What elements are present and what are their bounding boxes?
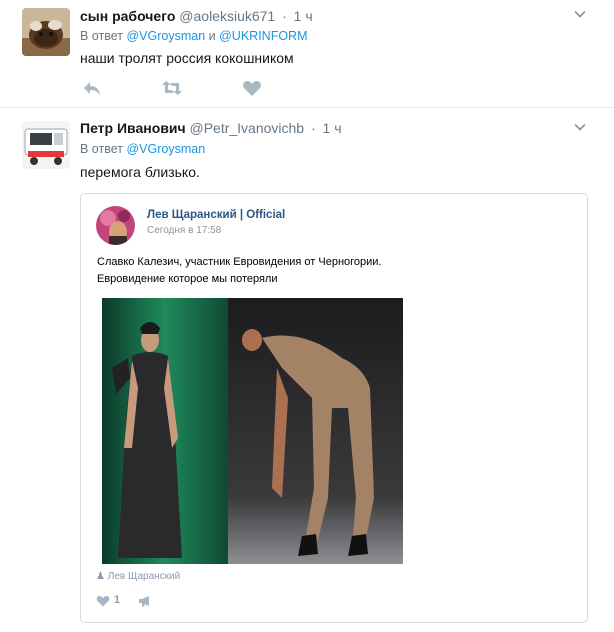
- megaphone-icon[interactable]: [138, 595, 152, 607]
- retweet-icon[interactable]: [162, 79, 182, 97]
- avatar-photo: [22, 121, 70, 169]
- timestamp-link[interactable]: 1 ч: [323, 120, 342, 136]
- heart-icon[interactable]: [96, 595, 110, 607]
- timestamp-link[interactable]: 1 ч: [294, 8, 313, 24]
- collage-photo: [102, 298, 403, 564]
- post-author-name[interactable]: Лев Щаранский | Official: [147, 209, 285, 221]
- avatar[interactable]: [22, 121, 70, 169]
- avatar[interactable]: [22, 8, 70, 56]
- avatar-photo: [96, 206, 135, 245]
- chevron-down-icon[interactable]: [574, 8, 586, 20]
- user-name[interactable]: сын рабочего: [80, 8, 175, 24]
- heart-icon[interactable]: [242, 79, 262, 97]
- post-timestamp: Сегодня в 17:58: [147, 225, 222, 236]
- user-handle[interactable]: @aoleksiuk671: [179, 8, 275, 24]
- like-count: 1: [114, 594, 121, 606]
- reply-prefix: В ответ: [80, 142, 123, 156]
- reply-context: В ответ @VGroysman и @UKRINFORM: [80, 29, 308, 43]
- post-text-line: Евровидение которое мы потеряли: [97, 273, 278, 285]
- mention-link[interactable]: @VGroysman: [126, 29, 205, 43]
- reply-joiner: и: [208, 29, 216, 43]
- tweet-text: перемога близько.: [80, 164, 200, 180]
- post-footer-author[interactable]: ♟ Лев Щаранский: [96, 571, 180, 582]
- post-author-avatar[interactable]: [96, 206, 135, 245]
- separator-dot: ·: [282, 8, 287, 24]
- mention-link[interactable]: @VGroysman: [126, 142, 205, 156]
- tweet-header: Петр Иванович @Petr_Ivanovichb · 1 ч: [80, 120, 342, 136]
- post-footer-author-name[interactable]: Лев Щаранский: [108, 571, 180, 582]
- user-icon: ♟: [96, 571, 105, 582]
- separator-dot: ·: [310, 120, 316, 136]
- chevron-down-icon[interactable]: [574, 121, 586, 133]
- tweet-header: сын рабочего @aoleksiuk671 · 1 ч: [80, 8, 313, 24]
- tweet: Петр Иванович @Petr_Ivanovichb · 1 ч В о…: [0, 109, 614, 632]
- embedded-post-card[interactable]: Лев Щаранский | Official Сегодня в 17:58…: [80, 193, 588, 623]
- tweet: сын рабочего @aoleksiuk671 · 1 ч В ответ…: [0, 0, 614, 108]
- mention-link[interactable]: @UKRINFORM: [219, 29, 307, 43]
- avatar-photo: [22, 8, 70, 56]
- user-handle[interactable]: @Petr_Ivanovichb: [189, 120, 304, 136]
- reply-context: В ответ @VGroysman: [80, 142, 205, 156]
- reply-prefix: В ответ: [80, 29, 123, 43]
- tweet-text: наши тролят россия кокошником: [80, 50, 294, 66]
- post-photo[interactable]: [102, 298, 403, 564]
- user-name[interactable]: Петр Иванович: [80, 120, 186, 136]
- reply-icon[interactable]: [82, 79, 102, 97]
- post-text-line: Славко Калезич, участник Евровидения от …: [97, 256, 382, 268]
